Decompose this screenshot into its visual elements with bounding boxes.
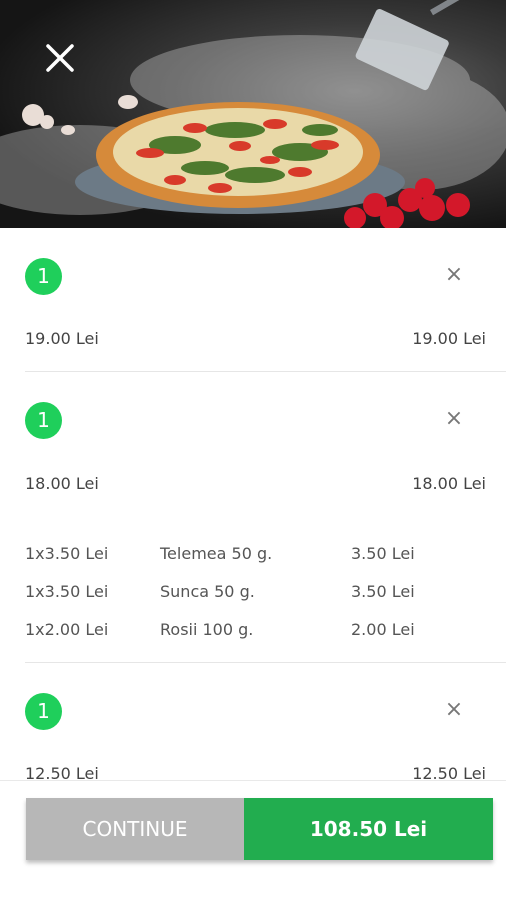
quantity-badge: 1 — [25, 402, 62, 439]
cart-item-list[interactable]: 1 × 19.00 Lei 19.00 Lei 1 × 18.00 Lei 18… — [0, 228, 506, 780]
cart-item: 1 × 12.50 Lei 12.50 Lei — [25, 663, 506, 780]
close-icon: × — [444, 697, 464, 722]
hero-image — [0, 0, 506, 228]
extra-qty-price: 1x2.00 Lei — [25, 620, 109, 639]
extra-qty-price: 1x3.50 Lei — [25, 544, 109, 563]
continue-button[interactable]: CONTINUE — [26, 798, 244, 860]
order-total-button[interactable]: 108.50 Lei — [244, 798, 493, 860]
remove-item-button[interactable]: × — [443, 264, 465, 286]
remove-item-button[interactable]: × — [443, 408, 465, 430]
close-icon: × — [444, 406, 464, 431]
unit-price: 19.00 Lei — [25, 329, 99, 348]
extra-qty-price: 1x3.50 Lei — [25, 582, 109, 601]
extra-price: 3.50 Lei — [351, 582, 415, 601]
cart-item: 1 × 18.00 Lei 18.00 Lei 1x3.50 Lei Telem… — [25, 372, 506, 663]
quantity-badge: 1 — [25, 258, 62, 295]
close-button[interactable] — [40, 38, 80, 78]
extra-name: Telemea 50 g. — [160, 544, 273, 563]
quantity-badge: 1 — [25, 693, 62, 730]
cart-item: 1 × 19.00 Lei 19.00 Lei — [25, 228, 506, 372]
unit-price: 12.50 Lei — [25, 764, 99, 780]
extra-name: Sunca 50 g. — [160, 582, 255, 601]
extra-price: 2.00 Lei — [351, 620, 415, 639]
close-icon: × — [444, 262, 464, 287]
item-total-price: 18.00 Lei — [412, 474, 486, 493]
item-total-price: 19.00 Lei — [412, 329, 486, 348]
pizza-illustration — [0, 0, 506, 228]
checkout-footer: CONTINUE 108.50 Lei — [0, 780, 506, 901]
item-total-price: 12.50 Lei — [412, 764, 486, 780]
unit-price: 18.00 Lei — [25, 474, 99, 493]
close-icon — [46, 44, 74, 72]
checkout-bar: CONTINUE 108.50 Lei — [26, 798, 493, 860]
remove-item-button[interactable]: × — [443, 699, 465, 721]
extra-name: Rosii 100 g. — [160, 620, 254, 639]
extra-price: 3.50 Lei — [351, 544, 415, 563]
